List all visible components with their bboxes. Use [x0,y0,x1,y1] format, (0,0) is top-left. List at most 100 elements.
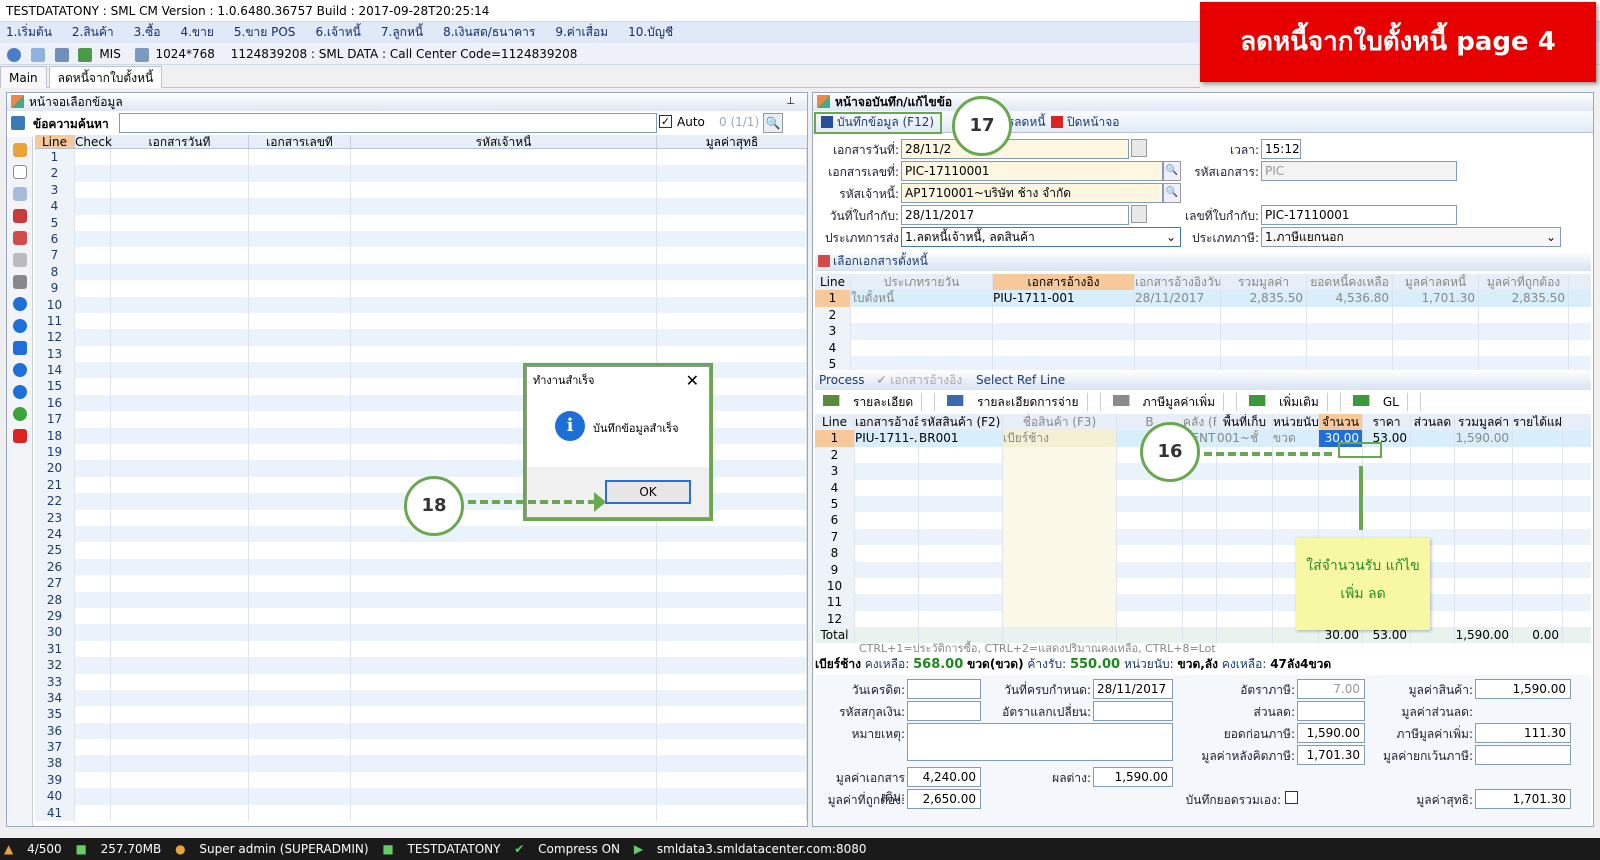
table-cell[interactable] [249,312,351,330]
item-cell[interactable]: เบียร์ช้าง [1003,430,1117,447]
table-cell[interactable] [75,624,111,641]
col-creditor[interactable]: รหัสเจ้าหนี้ [351,135,657,149]
table-cell[interactable] [351,345,657,363]
table-cell[interactable] [75,411,111,428]
item-row[interactable]: 9 [815,561,1591,578]
table-cell[interactable] [249,427,351,445]
ref-cell[interactable]: ใบตั้งหนี้ [851,290,993,307]
item-cell[interactable] [1455,545,1513,562]
auto-checkbox[interactable]: ✓ [659,115,672,128]
table-cell[interactable] [249,378,351,395]
table-cell[interactable] [75,165,111,182]
table-cell[interactable] [657,263,807,281]
item-cell[interactable] [919,512,1003,529]
ref-col-header[interactable]: ประเภทรายวัน [851,274,993,291]
ref-cell[interactable] [1393,339,1479,356]
table-cell[interactable] [351,755,657,772]
table-cell[interactable] [351,771,657,789]
item-cell[interactable] [1455,512,1513,529]
menu-item-8[interactable]: 8.เงินสด/ธนาคาร [443,25,535,39]
ref-cell[interactable] [1479,339,1569,356]
table-row[interactable]: 36 [35,722,807,740]
calendar-icon[interactable] [1131,205,1147,223]
table-cell[interactable] [351,525,657,543]
table-cell[interactable] [111,624,249,641]
search-icon[interactable]: 🔍 [763,113,783,133]
table-cell[interactable] [351,312,657,330]
table-cell[interactable] [111,394,249,412]
item-col-header[interactable]: ชื่อสินค้า (F3) [1003,414,1117,431]
table-cell[interactable] [75,788,111,805]
col-net[interactable]: มูลค่าสุทธิ [657,135,807,149]
table-cell[interactable] [111,230,249,248]
menu-item-5[interactable]: 5.ขาย POS [234,25,296,39]
table-cell[interactable] [249,706,351,723]
table-cell[interactable] [351,788,657,805]
col-doc-date[interactable]: เอกสารวันที่ [111,135,249,149]
item-cell[interactable] [1455,528,1513,546]
ref-cell[interactable] [1479,323,1569,340]
table-row[interactable]: 2 [35,165,807,182]
table-cell[interactable] [75,607,111,625]
table-cell[interactable] [111,657,249,674]
table-cell[interactable] [249,394,351,412]
table-cell[interactable] [351,165,657,182]
item-cell[interactable] [1183,577,1217,595]
ref-row[interactable]: 2 [815,306,1591,324]
orig-value-field[interactable]: 4,240.00 [907,767,981,787]
item-cell[interactable] [1273,495,1319,513]
item-cell[interactable] [1455,495,1513,513]
table-cell[interactable] [351,624,657,641]
close-screen-button[interactable]: ปิดหน้าจอ [1049,113,1120,131]
table-cell[interactable] [249,542,351,559]
item-cell[interactable] [1217,528,1273,546]
item-cell[interactable] [855,594,919,611]
select-ref-line-button[interactable]: Select Ref Line [976,373,1065,387]
search-icon[interactable]: 🔍 [1163,183,1181,203]
menu-item-3[interactable]: 3.ซื้อ [134,25,161,39]
table-cell[interactable] [111,673,249,690]
item-cell[interactable] [1319,463,1363,480]
item-cell[interactable]: 001~ชั้ [1217,430,1273,447]
diff-field[interactable]: 1,590.00 [1093,767,1173,787]
ref-cell[interactable] [1393,323,1479,340]
table-cell[interactable] [111,575,249,592]
table-row[interactable]: 12 [35,329,807,346]
table-cell[interactable] [111,362,249,379]
table-cell[interactable] [657,230,807,248]
table-cell[interactable] [111,640,249,658]
table-cell[interactable] [351,804,657,822]
item-row[interactable]: 2 [815,446,1591,464]
ref-col-header[interactable]: มูลค่าที่ถูกต้อง [1479,274,1569,291]
table-cell[interactable] [249,165,351,182]
item-col-header[interactable]: หน่วยนับ [1273,414,1319,431]
table-cell[interactable] [111,149,249,166]
table-row[interactable]: 11 [35,312,807,330]
item-cell[interactable] [919,479,1003,496]
item-cell[interactable] [855,610,919,628]
table-cell[interactable] [657,575,807,592]
item-cell[interactable] [919,545,1003,562]
table-cell[interactable] [249,198,351,215]
table-cell[interactable] [351,575,657,592]
table-cell[interactable] [249,230,351,248]
item-cell[interactable] [1117,610,1183,628]
col-line[interactable]: Line [35,135,75,149]
arrow-up-icon[interactable] [12,363,27,377]
table-cell[interactable] [249,771,351,789]
item-cell[interactable]: BR001 [919,430,1003,447]
menu-item-4[interactable]: 4.ขาย [180,25,213,39]
table-cell[interactable] [249,509,351,526]
table-cell[interactable] [111,296,249,313]
table-cell[interactable] [75,247,111,264]
ref-cell[interactable]: 28/11/2017 [1135,290,1221,307]
table-cell[interactable] [657,525,807,543]
item-cell[interactable] [1183,594,1217,611]
item-cell[interactable] [1411,446,1455,464]
arrow-left-icon[interactable] [12,297,27,311]
item-cell[interactable] [1217,594,1273,611]
copy-icon[interactable] [12,187,27,201]
item-cell[interactable] [1217,495,1273,513]
table-cell[interactable] [351,230,657,248]
table-row[interactable]: 25 [35,542,807,559]
